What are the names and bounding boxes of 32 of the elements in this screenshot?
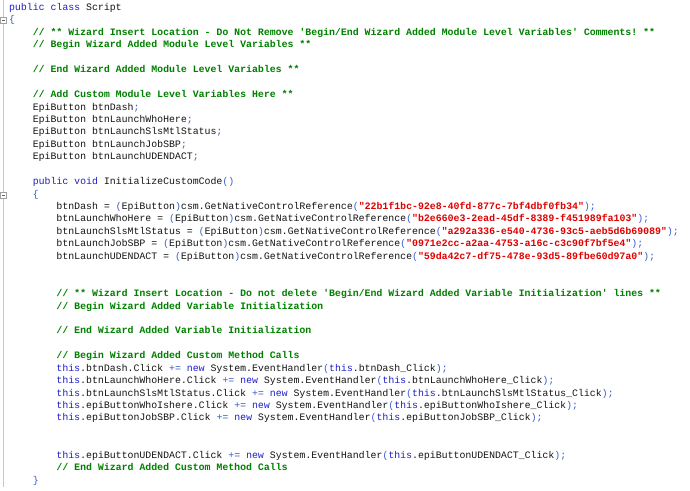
code-line: public void InitializeCustomCode() [32,176,234,189]
code-line: btnLaunchWhoHere = (EpiButton)csm.GetNativeControlReference("b2e660e3-2ead-45df-8389-f451989fa103"); [55,213,650,226]
code-line: btnLaunchUDENDACT = (EpiButton)csm.GetNativeControlReference("59da42c7-df75-478e-93d5-89fbe60d97a0"); [55,250,655,264]
collapse-icon[interactable] [0,192,7,199]
code-line: this.btnLaunchWhoHere.Click += new System.EventHandler(this.btnLaunchWhoHere_Click); [55,375,554,388]
code-line: // End Wizard Added Custom Method Calls [55,462,288,475]
code-line: // Begin Wizard Added Module Level Variables ** [32,39,312,52]
code-line: // Begin Wizard Added Custom Method Calls [55,350,300,363]
collapse-icon[interactable] [0,17,7,24]
code-line: btnDash = (EpiButton)csm.GetNativeControlReference("22b1f1bc-92e8-40fd-877c-7bf4dbf0fb34"); [55,201,596,214]
code-line: this.epiButtonJobSBP.Click += new System.EventHandler(this.epiButtonJobSBP_Click); [55,412,542,425]
code-line: EpiButton btnLaunchUDENDACT; [32,151,199,164]
code-line: public class Script [9,2,122,14]
code-line: EpiButton btnLaunchSlsMtlStatus; [32,126,222,139]
code-line: { [9,14,15,27]
code-line: btnLaunchSlsMtlStatus = (EpiButton)csm.GetNativeControlReference("a292a336-e540-4736-93c5-aeb5d6b69089"); [55,226,679,238]
code-line: this.epiButtonUDENDACT.Click += new System.EventHandler(this.epiButtonUDENDACT_Click); [55,450,566,462]
code-line: // ** Wizard Insert Location - Do not delete 'Begin/End Wizard Added Variable Initialization' lines ** [55,288,661,301]
code-line: this.btnLaunchSlsMtlStatus.Click += new System.EventHandler(this.btnLaunchSlsMtlStatus_Click); [55,388,614,400]
code-line: // End Wizard Added Module Level Variables ** [32,64,300,77]
code-line: btnLaunchJobSBP = (EpiButton)csm.GetNativeControlReference("0971e2cc-a2aa-4753-a16c-c3c90f7bf5e4"); [55,238,644,251]
code-line: // Begin Wizard Added Variable Initialization [55,300,324,313]
code-line: // ** Wizard Insert Location - Do Not Remove 'Begin/End Wizard Added Module Level Variables' Comments! ** [32,26,655,40]
code-line: EpiButton btnLaunchWhoHere; [32,114,193,126]
code-line: this.epiButtonWhoIshere.Click += new System.EventHandler(this.epiButtonWhoIshere_Click); [55,400,578,412]
code-line: EpiButton btnLaunchJobSBP; [32,138,187,152]
code-line: } [32,474,39,488]
code-line: { [32,188,39,202]
code-line: this.btnDash.Click += new System.EventHandler(this.btnDash_Click); [55,362,448,376]
code-line: // End Wizard Added Variable Initialization [55,325,312,338]
code-line: EpiButton btnDash; [32,102,140,114]
code-line: // Add Custom Module Level Variables Here ** [32,89,294,102]
